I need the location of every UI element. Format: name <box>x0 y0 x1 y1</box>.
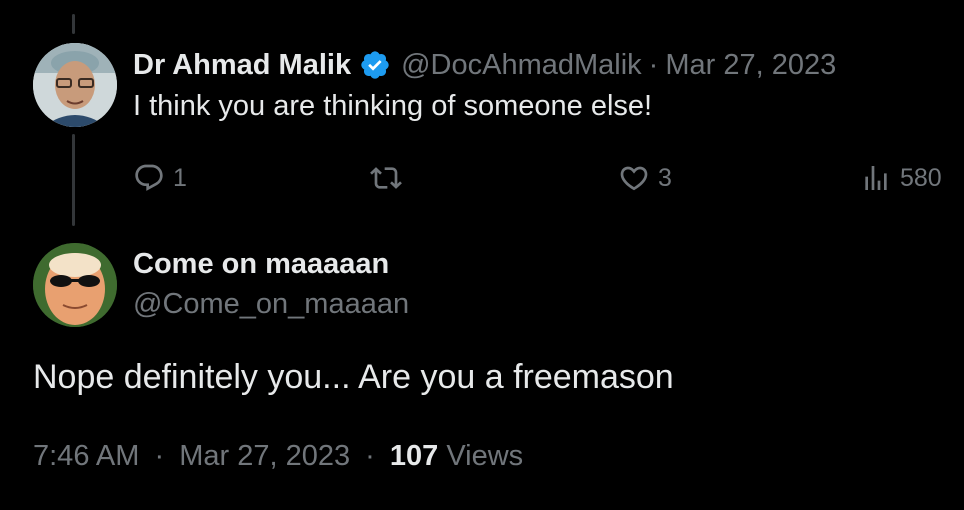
thread-line <box>72 14 75 34</box>
thread-line <box>72 134 75 226</box>
tweet-meta: 7:46 AM · Mar 27, 2023 · 107 Views <box>33 440 523 473</box>
reply-icon <box>133 162 165 194</box>
retweet-button[interactable] <box>370 158 402 198</box>
tweet-date[interactable]: Mar 27, 2023 <box>179 440 350 472</box>
views-count: 580 <box>900 163 942 192</box>
author-name[interactable]: Come on maaaaan <box>133 248 389 281</box>
tweet-text: Nope definitely you... Are you a freemas… <box>33 358 674 396</box>
reply-button[interactable]: 1 <box>133 158 187 198</box>
views-label: Views <box>446 440 524 472</box>
separator: · <box>154 440 165 472</box>
author-name[interactable]: Dr Ahmad Malik <box>133 49 351 82</box>
handle[interactable]: @DocAhmadMalik <box>401 49 642 82</box>
separator: · <box>365 440 375 472</box>
avatar[interactable] <box>33 243 117 327</box>
views-icon <box>860 162 892 194</box>
like-button[interactable]: 3 <box>618 158 672 198</box>
like-count: 3 <box>658 163 672 192</box>
timestamp[interactable]: Mar 27, 2023 <box>665 49 836 82</box>
action-bar: 1 3 580 <box>133 158 958 198</box>
separator: · <box>648 48 659 81</box>
views-button[interactable]: 580 <box>860 158 942 198</box>
views-count[interactable]: 107 <box>390 440 438 472</box>
reply-count: 1 <box>173 163 187 192</box>
reply-header: Dr Ahmad Malik @DocAhmadMalik · Mar 27, … <box>133 46 836 84</box>
verified-badge-icon <box>359 49 391 81</box>
retweet-icon <box>370 162 402 194</box>
avatar[interactable] <box>33 43 117 127</box>
tweet-text: I think you are thinking of someone else… <box>133 90 653 122</box>
handle[interactable]: @Come_on_maaaan <box>133 288 409 321</box>
heart-icon <box>618 162 650 194</box>
tweet-time[interactable]: 7:46 AM <box>33 440 139 472</box>
